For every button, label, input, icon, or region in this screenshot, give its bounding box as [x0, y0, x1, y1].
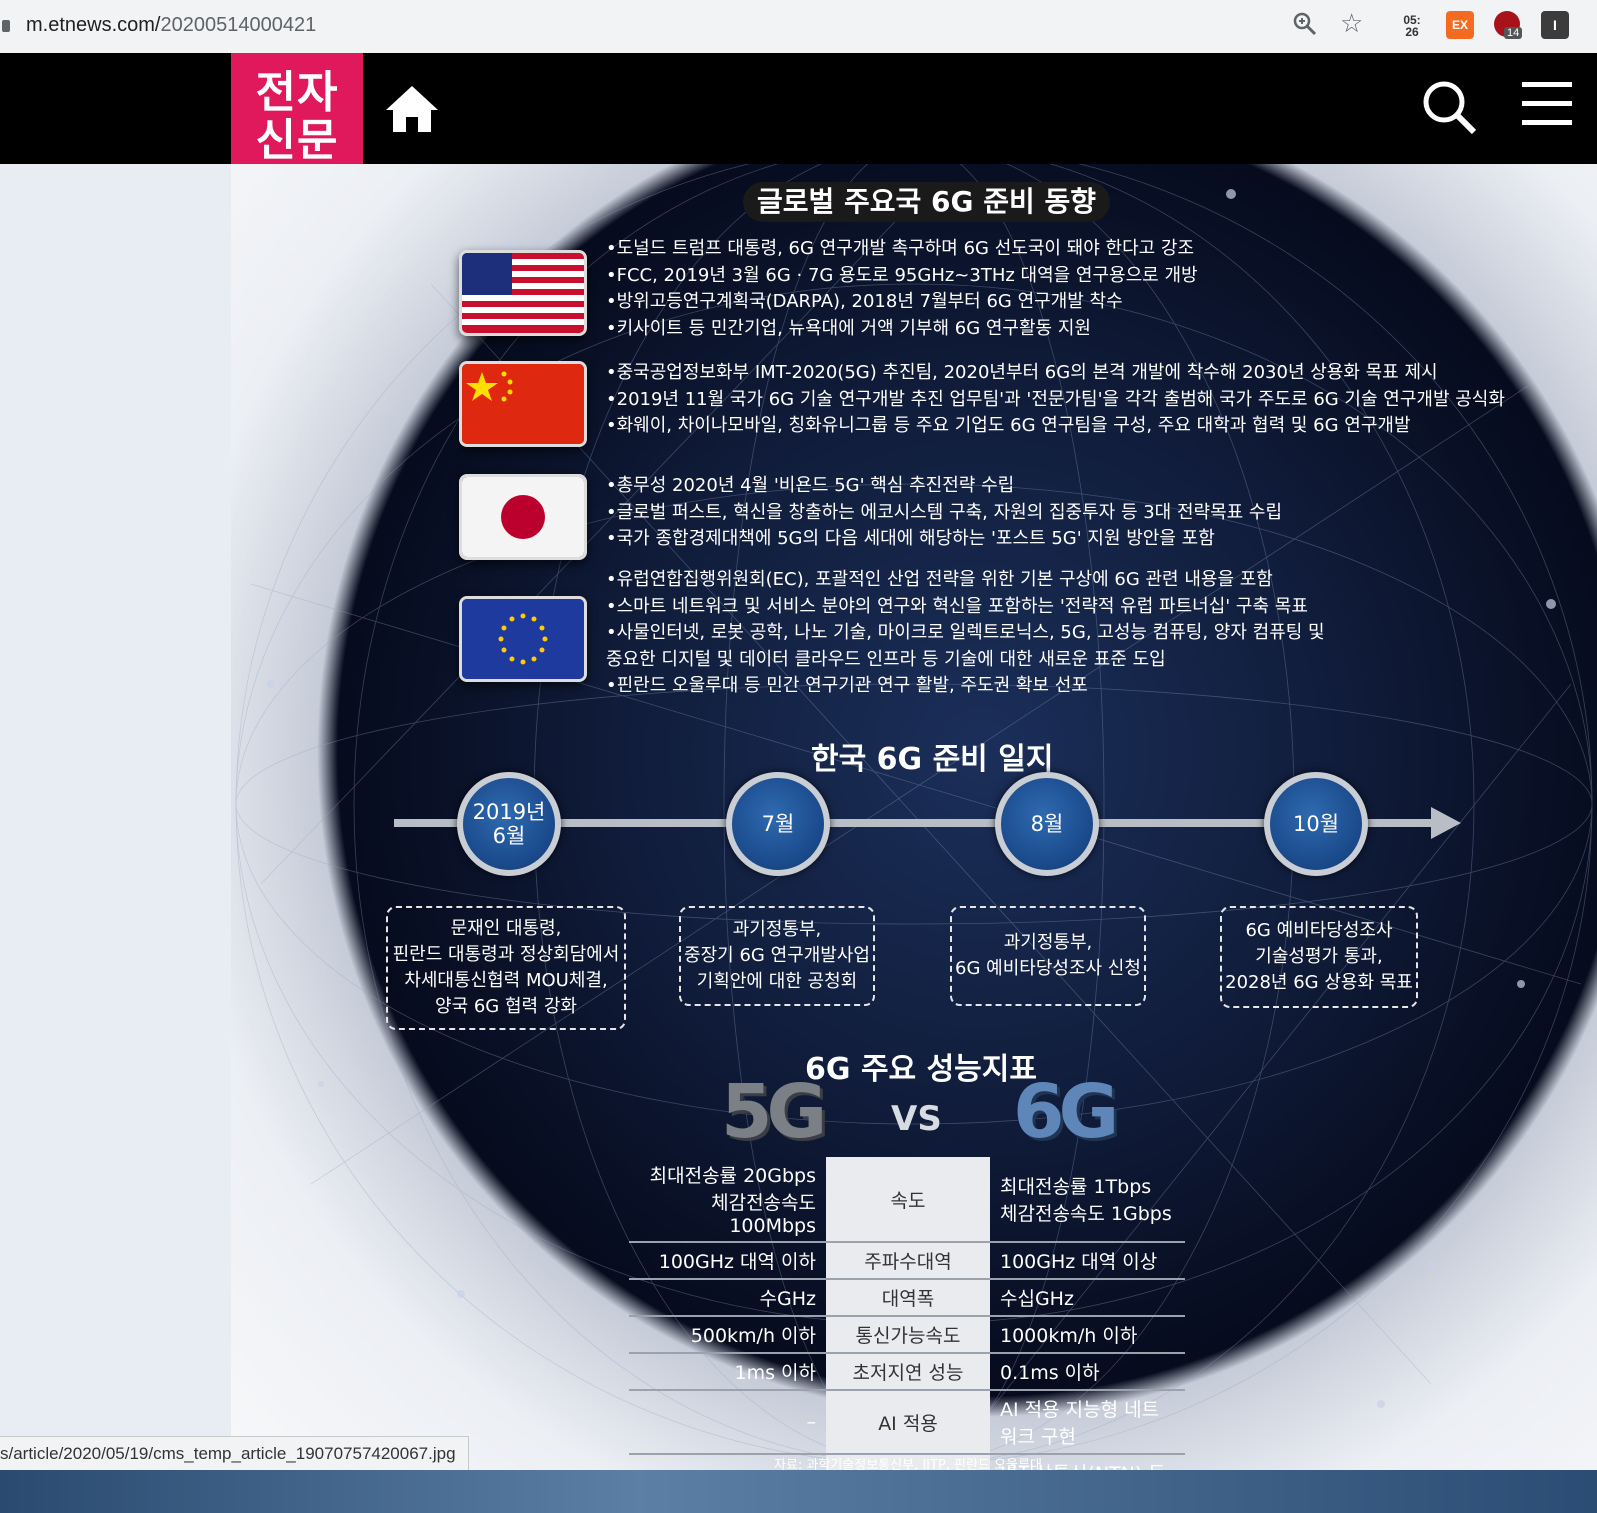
- bullet-text: •총무성 2020년 4월 '비욘드 5G' 핵심 추진전략 수립: [606, 475, 1015, 496]
- timeline-node-1: 2019년 6월: [457, 772, 561, 876]
- cell-metric: 대역폭: [826, 1279, 990, 1317]
- cell-6g: 수십GHz: [990, 1279, 1185, 1317]
- cell-metric: 속도: [826, 1157, 990, 1243]
- timeline-node-3: 8월: [995, 772, 1099, 876]
- cell-5g: 500km/h 이하: [629, 1316, 826, 1354]
- timeline-note-4: 6G 예비타당성조사 기술성평가 통과, 2028년 6G 상용화 목표: [1220, 906, 1418, 1008]
- bullet-text: •FCC, 2019년 3월 6G · 7G 용도로 95GHz~3THz 대역…: [606, 264, 1198, 286]
- bullet-text: •스마트 네트워크 및 서비스 분야의 연구와 혁신을 포함하는 '전략적 유럽…: [606, 595, 1308, 617]
- bullet-text: •도널드 트럼프 대통령, 6G 연구개발 촉구하며 6G 선도국이 돼야 한다…: [606, 238, 1195, 259]
- hamburger-menu-icon[interactable]: [1522, 82, 1572, 139]
- cell-5g: 수GHz: [629, 1279, 826, 1317]
- section-title-korea: 한국 6G 준비 일지: [811, 742, 1054, 777]
- left-blank-panel: [0, 164, 231, 1464]
- source-note: 자료: 과학기술정보통신부, IITP, 핀란드 오울루대: [774, 1458, 1042, 1470]
- cell-metric: 통신가능속도: [826, 1316, 990, 1354]
- bullet-text: •사물인터넷, 로봇 공학, 나노 기술, 마이크로 일렉트로닉스, 5G, 고…: [606, 622, 1325, 643]
- cell-metric: AI 적용: [826, 1390, 990, 1455]
- section-title-global: 글로벌 주요국 6G 준비 동향: [743, 182, 1111, 222]
- table-row: 수GHz 대역폭 수십GHz: [629, 1279, 1185, 1317]
- ublock-badge: 14: [1504, 27, 1523, 39]
- bullet-text: •핀란드 오울루대 등 민간 연구기관 연구 활발, 주도권 확보 선포: [606, 675, 1088, 696]
- cell-6g: 1000km/h 이하: [990, 1316, 1185, 1354]
- cell-metric: 초저지연 성능: [826, 1353, 990, 1391]
- table-row: 500km/h 이하 통신가능속도 1000km/h 이하: [629, 1316, 1185, 1354]
- zoom-icon[interactable]: [1292, 11, 1320, 39]
- china-flag: [459, 361, 587, 447]
- cell-6g: AI 적용 지능형 네트워크 구현: [990, 1390, 1185, 1455]
- bullet-text: •2019년 11월 국가 6G 기술 연구개발 추진 업무팀'과 '전문가팀'…: [606, 388, 1505, 410]
- bullet-text: •글로벌 퍼스트, 혁신을 창출하는 에코시스템 구축, 자원의 집중투자 등 …: [606, 501, 1283, 523]
- japan-flag: [459, 474, 587, 560]
- japan-bullets: •총무성 2020년 4월 '비욘드 5G' 핵심 추진전략 수립 •글로벌 퍼…: [606, 473, 1282, 553]
- address-bar: m.etnews.com/20200514000421 ☆ 05: 26 EX …: [0, 0, 1597, 53]
- usa-bullets: •도널드 트럼프 대통령, 6G 연구개발 촉구하며 6G 선도국이 돼야 한다…: [606, 236, 1198, 342]
- url-path: 20200514000421: [160, 14, 317, 36]
- cell-5g: 100GHz 대역 이하: [629, 1242, 826, 1280]
- status-bar-link: s/article/2020/05/19/cms_temp_article_19…: [0, 1436, 469, 1472]
- lock-icon[interactable]: [2, 20, 10, 32]
- label-6g: 6G: [1013, 1069, 1119, 1155]
- bullet-text: •유럽연합집행위원회(EC), 포괄적인 산업 전략을 위한 기본 구상에 6G…: [606, 569, 1273, 590]
- eu-flag: [459, 596, 587, 682]
- cell-5g: –: [629, 1390, 826, 1455]
- bullet-text: •중국공업정보화부 IMT-2020(5G) 추진팀, 2020년부터 6G의 …: [606, 362, 1438, 383]
- cell-5g: 1ms 이하: [629, 1353, 826, 1391]
- china-bullets: •중국공업정보화부 IMT-2020(5G) 추진팀, 2020년부터 6G의 …: [606, 360, 1505, 440]
- cell-6g: 최대전송률 1Tbps 체감전송속도 1Gbps: [990, 1157, 1185, 1243]
- search-icon[interactable]: [1420, 78, 1478, 140]
- bullet-text: •키사이트 등 민간기업, 뉴욕대에 거액 기부해 6G 연구활동 지원: [606, 317, 1091, 339]
- timeline-note-1: 문재인 대통령, 핀란드 대통령과 정상회담에서 차세대통신협력 MOU체결, …: [386, 906, 626, 1030]
- table-row: – AI 적용 AI 적용 지능형 네트워크 구현: [629, 1390, 1185, 1455]
- table-row: 100GHz 대역 이하 주파수대역 100GHz 대역 이상: [629, 1242, 1185, 1280]
- infographic-image: 글로벌 주요국 6G 준비 동향 •도널드 트럼프 대통령, 6G 연구개발 촉…: [231, 164, 1597, 1470]
- cell-6g: 100GHz 대역 이상: [990, 1242, 1185, 1280]
- info-extension-button[interactable]: I: [1541, 11, 1569, 39]
- timeline-note-2: 과기정통부, 중장기 6G 연구개발사업 기획안에 대한 공청회: [679, 906, 875, 1006]
- clock-extension[interactable]: 05: 26: [1398, 14, 1426, 42]
- bullet-text: •방위고등연구계획국(DARPA), 2018년 7월부터 6G 연구개발 착수: [606, 291, 1123, 312]
- url-field[interactable]: m.etnews.com/20200514000421: [26, 14, 316, 37]
- table-row: 최대전송률 20Gbps 체감전송속도 100Mbps 속도 최대전송률 1Tbps…: [629, 1157, 1185, 1243]
- ex-extension-button[interactable]: EX: [1446, 11, 1474, 39]
- bullet-text: •화웨이, 차이나모바일, 칭화유니그룹 등 주요 기업도 6G 연구팀을 구성…: [606, 415, 1411, 436]
- cell-5g: 최대전송률 20Gbps 체감전송속도 100Mbps: [629, 1157, 826, 1243]
- timeline-node-4: 10월: [1264, 772, 1368, 876]
- usa-flag: [459, 250, 587, 336]
- timeline-arrow-icon: [1431, 807, 1461, 839]
- bullet-text: •국가 종합경제대책에 5G의 다음 세대에 해당하는 '포스트 5G' 지원 …: [606, 528, 1215, 549]
- label-5g: 5G: [721, 1069, 827, 1155]
- timeline-node-2: 7월: [726, 772, 830, 876]
- bullet-text: 중요한 디지털 및 데이터 클라우드 인프라 등 기술에 대한 새로운 표준 도…: [606, 648, 1166, 670]
- cell-6g: 0.1ms 이하: [990, 1353, 1185, 1391]
- section-title-performance: 6G 주요 성능지표: [805, 1052, 1037, 1087]
- eu-bullets: •유럽연합집행위원회(EC), 포괄적인 산업 전략을 위한 기본 구상에 6G…: [606, 567, 1325, 700]
- timeline-note-3: 과기정통부, 6G 예비타당성조사 신청: [950, 906, 1146, 1006]
- page-bottom-strip: [0, 1470, 1597, 1513]
- ublock-extension-button[interactable]: 14: [1494, 11, 1523, 39]
- label-vs: VS: [891, 1099, 942, 1139]
- cell-metric: 주파수대역: [826, 1242, 990, 1280]
- table-row: 1ms 이하 초저지연 성능 0.1ms 이하: [629, 1353, 1185, 1391]
- performance-table: 최대전송률 20Gbps 체감전송속도 100Mbps 속도 최대전송률 1Tbps…: [629, 1157, 1185, 1470]
- bookmark-star-icon[interactable]: ☆: [1340, 8, 1368, 38]
- home-icon[interactable]: [384, 84, 440, 138]
- url-host: m.etnews.com/: [26, 14, 161, 36]
